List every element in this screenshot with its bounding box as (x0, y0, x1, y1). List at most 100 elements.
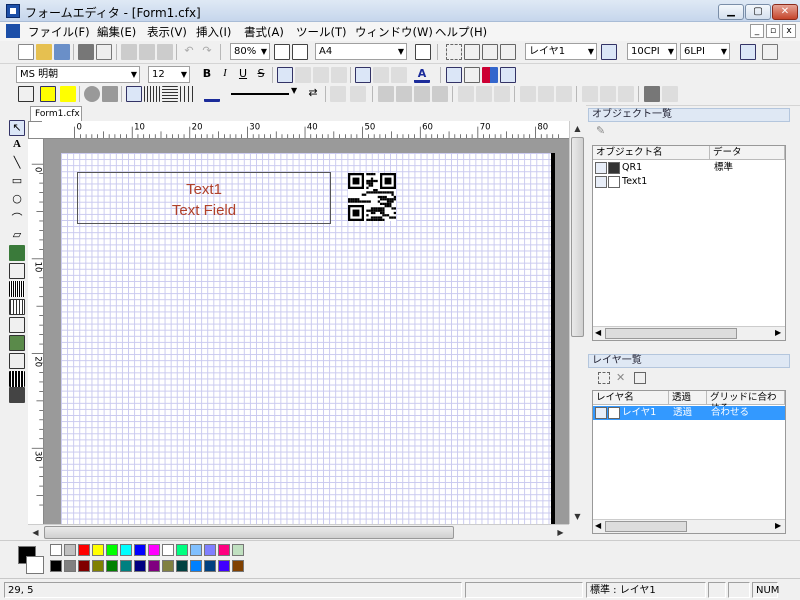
menu-format[interactable]: 書式(A) (244, 24, 284, 40)
qr-code-object[interactable] (348, 173, 396, 221)
font-color-icon[interactable]: A (414, 67, 430, 83)
color-mode-icon[interactable] (482, 67, 498, 83)
col-object-data[interactable]: データ (710, 146, 785, 160)
undo-icon[interactable]: ↶ (181, 44, 197, 60)
palette-swatch[interactable] (162, 560, 174, 572)
scroll-right-icon[interactable]: ▶ (553, 525, 568, 540)
current-fill-color[interactable] (26, 556, 44, 574)
char-pitch-icon[interactable] (464, 67, 480, 83)
no-fill-icon[interactable] (18, 86, 34, 102)
palette-swatch[interactable] (78, 544, 90, 556)
document-icon[interactable] (6, 24, 20, 38)
palette-swatch[interactable] (120, 544, 132, 556)
align-objects-middle-icon[interactable] (538, 86, 554, 102)
order-icon[interactable] (350, 86, 366, 102)
send-back-icon[interactable] (396, 86, 412, 102)
properties-icon[interactable] (762, 44, 778, 60)
align-center-icon[interactable] (295, 67, 311, 83)
menu-edit[interactable]: 編集(E) (97, 24, 136, 40)
mdi-minimize-button[interactable]: _ (750, 24, 764, 38)
bold-icon[interactable]: B (199, 67, 215, 83)
page-fit-icon[interactable] (274, 44, 290, 60)
paper-settings-icon[interactable] (415, 44, 431, 60)
font-select[interactable]: MS 明朝 (16, 66, 140, 83)
hatch-bars-icon[interactable] (180, 86, 196, 102)
palette-swatch[interactable] (134, 560, 146, 572)
maximize-button[interactable]: ▢ (745, 4, 771, 20)
polygon-tool-icon[interactable]: ▱ (9, 228, 25, 244)
palette-swatch[interactable] (176, 560, 188, 572)
redo-icon[interactable]: ↷ (199, 44, 215, 60)
scroll-down-icon[interactable]: ▼ (570, 509, 585, 524)
palette-swatch[interactable] (218, 544, 230, 556)
swap-icon[interactable]: ⇄ (305, 86, 321, 102)
palette-swatch[interactable] (162, 544, 174, 556)
print-preview-icon[interactable] (96, 44, 112, 60)
scroll-right-icon[interactable]: ▶ (775, 521, 781, 530)
grid-toggle-icon[interactable] (740, 44, 756, 60)
new-icon[interactable] (18, 44, 34, 60)
layer-list-scroll-thumb[interactable] (605, 521, 687, 532)
eye-icon[interactable] (595, 407, 607, 419)
eye-icon[interactable] (595, 162, 607, 174)
send-backward-icon[interactable] (432, 86, 448, 102)
text-tool-icon[interactable]: A (9, 138, 25, 154)
text-field-object[interactable]: Text1 Text Field (77, 172, 331, 224)
strikethrough-icon[interactable]: S (253, 67, 269, 83)
justify-icon[interactable] (331, 67, 347, 83)
line-color-icon[interactable] (204, 86, 220, 102)
arc-tool-icon[interactable]: ⌒ (9, 210, 25, 226)
bring-front-icon[interactable] (378, 86, 394, 102)
picture-tool-icon[interactable] (9, 335, 25, 351)
menu-insert[interactable]: 挿入(I) (196, 24, 231, 40)
scroll-up-icon[interactable]: ▲ (570, 121, 585, 136)
same-width-icon[interactable] (582, 86, 598, 102)
hatch-vertical-icon[interactable] (144, 86, 160, 102)
select-frame-icon[interactable] (446, 44, 462, 60)
menu-help[interactable]: ヘルプ(H) (435, 24, 487, 40)
label-tool-icon[interactable] (9, 353, 25, 369)
shadow-icon[interactable] (84, 86, 100, 102)
col-layer-grid[interactable]: グリッドに合わせる (707, 391, 785, 414)
hatch-lines-icon[interactable] (162, 86, 178, 102)
paste-icon[interactable] (157, 44, 173, 60)
form-page[interactable]: Text1 Text Field (61, 153, 555, 524)
same-height-icon[interactable] (600, 86, 616, 102)
mdi-restore-button[interactable]: ▫ (766, 24, 780, 38)
open-icon[interactable] (36, 44, 52, 60)
design-canvas[interactable]: Text1 Text Field (44, 139, 569, 524)
edit-icon[interactable] (608, 407, 620, 419)
zoom-select[interactable]: 80% (230, 43, 270, 60)
color-palette[interactable] (50, 544, 250, 576)
palette-swatch[interactable] (50, 544, 62, 556)
lock-object-icon[interactable] (662, 86, 678, 102)
palette-swatch[interactable] (204, 560, 216, 572)
list-tool-icon[interactable] (9, 317, 25, 333)
palette-swatch[interactable] (92, 560, 104, 572)
line-style-dropdown[interactable]: ▼ (291, 86, 297, 95)
paper-select[interactable]: A4 (315, 43, 407, 60)
object-list-hscroll[interactable]: ◀ ▶ (593, 326, 785, 340)
col-layer-transparent[interactable]: 透過 (669, 391, 707, 405)
palette-swatch[interactable] (92, 544, 104, 556)
palette-swatch[interactable] (106, 544, 118, 556)
palette-swatch[interactable] (218, 560, 230, 572)
char-grid-icon[interactable] (446, 67, 462, 83)
palette-swatch[interactable] (134, 544, 146, 556)
line-tool-icon[interactable]: ╲ (9, 156, 25, 172)
align-objects-left-icon[interactable] (458, 86, 474, 102)
object-list[interactable]: オブジェクト名 データ QR1 標準 Text1 ◀ ▶ (592, 145, 786, 341)
valign-bottom-icon[interactable] (391, 67, 407, 83)
copy-icon[interactable] (139, 44, 155, 60)
layer-props-icon[interactable] (634, 372, 646, 384)
save-icon[interactable] (54, 44, 70, 60)
list-item[interactable]: QR1 標準 (593, 161, 785, 175)
palette-swatch[interactable] (106, 560, 118, 572)
table-tool-icon[interactable] (9, 299, 25, 315)
group-icon[interactable] (482, 44, 498, 60)
layer-visible-icon[interactable] (601, 44, 617, 60)
image-tool-icon[interactable] (9, 245, 25, 261)
object-list-scroll-thumb[interactable] (605, 328, 737, 339)
minimize-button[interactable]: ▁ (718, 4, 744, 20)
lpi-select[interactable]: 6LPI (680, 43, 730, 60)
